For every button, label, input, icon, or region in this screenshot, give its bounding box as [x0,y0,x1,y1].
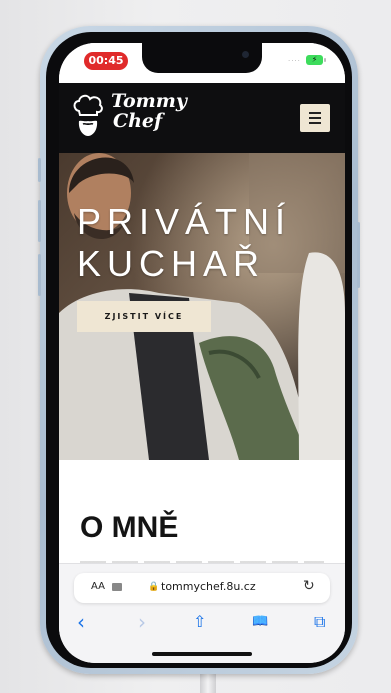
bookmarks-icon[interactable]: 📖 [252,610,268,634]
dynamic-island [142,43,262,73]
learn-more-button[interactable]: ZJISTIT VÍCE [77,301,211,332]
side-button-left-3 [38,254,41,296]
chef-logo-icon [73,94,103,136]
safari-toolbar: ‹ › ⇧ 📖 ⧉ [59,610,345,636]
hero-section: PRIVÁTNÍ KUCHAŘ ZJISTIT VÍCE [59,153,345,460]
share-icon[interactable]: ⇧ [193,610,206,634]
side-button-left-2 [38,200,41,242]
home-indicator[interactable] [152,652,252,656]
hamburger-icon-bar [309,122,321,124]
phone-screen: 00:45 ···· ⚡ Tommy Chef PRIVÁTNÍ KUCHAŘ … [59,43,345,663]
status-bar: 00:45 ···· ⚡ [59,43,345,83]
camera-icon [242,51,249,58]
back-icon[interactable]: ‹ [77,610,85,634]
about-section: O MNĚ [59,460,345,570]
battery-icon: ⚡ [306,55,326,65]
side-button-right [357,222,360,288]
about-title: O MNĚ [80,511,179,544]
logo-line-2: Chef [113,110,163,132]
text-size-button[interactable]: AA [91,581,105,592]
hero-title-line-1: PRIVÁTNÍ [77,201,292,242]
address-bar[interactable]: AA 🔒 tommychef.8u.cz ↻ [74,573,330,603]
logo-line-1: Tommy [111,90,187,112]
signal-icon: ···· [288,57,301,65]
menu-button[interactable] [300,104,330,132]
reload-icon[interactable]: ↻ [303,578,315,594]
status-time: 00:45 [84,52,128,70]
logo-text[interactable]: Tommy Chef [111,91,187,131]
forward-icon[interactable]: › [138,610,146,634]
hero-title-line-2: KUCHAŘ [77,243,266,284]
charging-cable [200,672,216,693]
hero-title: PRIVÁTNÍ KUCHAŘ [77,201,291,285]
extension-icon[interactable] [112,583,122,591]
side-button-left-1 [38,158,41,182]
safari-bottom-bar: AA 🔒 tommychef.8u.cz ↻ ‹ › ⇧ 📖 ⧉ [59,563,345,663]
tabs-icon[interactable]: ⧉ [314,610,325,634]
lock-icon: 🔒 [148,582,160,592]
hamburger-icon-bar [309,117,321,119]
hamburger-icon [309,112,321,114]
url-text[interactable]: tommychef.8u.cz [161,580,256,593]
site-header: Tommy Chef [59,83,345,153]
